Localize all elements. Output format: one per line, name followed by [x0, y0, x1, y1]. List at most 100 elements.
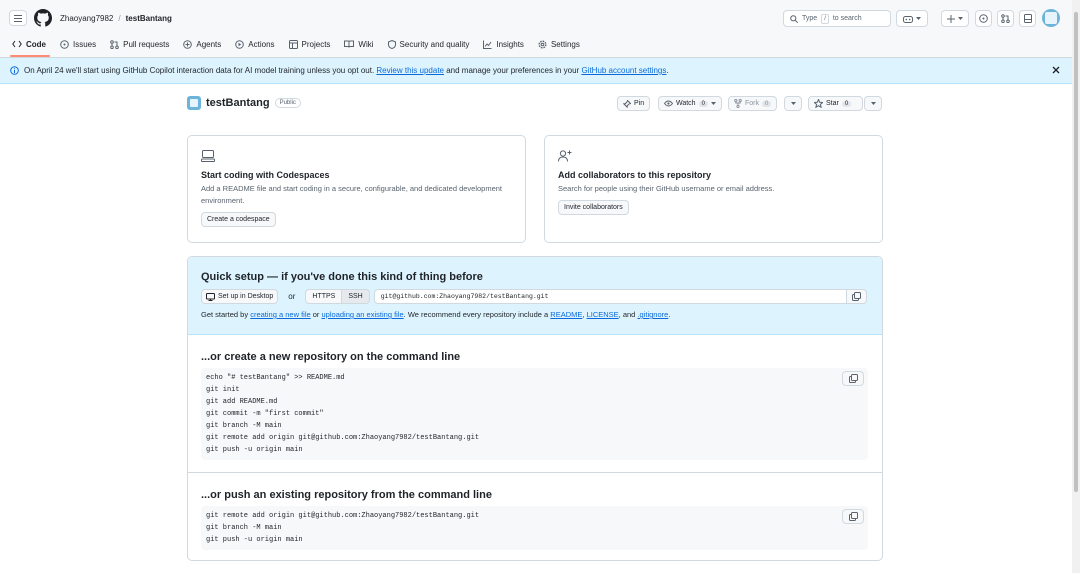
tab-agents[interactable]: Agents — [183, 37, 229, 51]
codespaces-description: Add a README file and start coding in a … — [201, 184, 503, 205]
pin-label: Pin — [634, 100, 645, 107]
codespaces-icon — [201, 150, 215, 162]
plus-icon — [947, 14, 955, 23]
issue-circle-icon — [979, 14, 988, 23]
fork-icon — [734, 99, 742, 108]
breadcrumb-owner[interactable]: Zhaoyang7982 — [60, 14, 113, 23]
copilot-icon — [903, 15, 913, 23]
table-icon — [288, 39, 298, 49]
star-list-dropdown-button[interactable] — [864, 96, 882, 111]
info-icon — [10, 66, 19, 75]
push-repo-title: ...or push an existing repository from t… — [201, 489, 492, 501]
watch-label: Watch — [676, 100, 696, 107]
play-icon — [235, 39, 245, 49]
account-settings-link[interactable]: GitHub account settings — [581, 66, 666, 75]
quick-setup-help: Get started by creating a new file or up… — [201, 310, 869, 319]
copy-icon — [848, 374, 858, 383]
search-icon — [790, 14, 798, 23]
search-placeholder-prefix: Type — [802, 15, 818, 22]
license-link[interactable]: LICENSE — [587, 310, 619, 319]
create-new-button[interactable] — [941, 10, 969, 27]
pin-button[interactable]: Pin — [617, 96, 651, 111]
setup-desktop-button[interactable]: Set up in Desktop — [201, 289, 279, 304]
invite-collaborators-button[interactable]: Invite collaborators — [558, 200, 629, 215]
visibility-badge: Public — [274, 98, 301, 108]
inbox-button[interactable] — [1019, 10, 1036, 27]
fork-count: 0 — [762, 100, 772, 107]
collaborators-card: Add collaborators to this repository Sea… — [544, 135, 883, 243]
quick-setup-title: Quick setup — if you've done this kind o… — [201, 271, 483, 283]
new-repo-title: ...or create a new repository on the com… — [201, 351, 461, 363]
avatar[interactable] — [1042, 9, 1060, 27]
tab-issues[interactable]: Issues — [60, 37, 104, 51]
close-icon — [1052, 66, 1060, 74]
repo-name[interactable]: testBantang — [206, 97, 270, 109]
tab-wiki[interactable]: Wiki — [344, 37, 381, 51]
tab-code[interactable]: Code — [12, 37, 54, 51]
copy-push-commands-button[interactable] — [842, 509, 864, 524]
search-shortcut-key: / — [821, 13, 829, 24]
tab-label: Agents — [196, 39, 222, 49]
dismiss-banner-button[interactable] — [1052, 66, 1060, 74]
chevron-down-icon — [958, 17, 963, 20]
gitignore-link[interactable]: .gitignore — [637, 310, 668, 319]
star-button[interactable]: Star 0 — [808, 96, 863, 111]
tab-pull-requests[interactable]: Pull requests — [110, 37, 177, 51]
create-codespace-button[interactable]: Create a codespace — [201, 212, 276, 227]
copy-icon — [851, 292, 861, 301]
copy-icon — [848, 512, 858, 521]
copy-new-repo-commands-button[interactable] — [842, 371, 864, 386]
code-line: git remote add origin git@github.com:Zha… — [206, 434, 480, 442]
repo-avatar-icon — [187, 96, 201, 110]
search-input[interactable]: Type / to search — [783, 10, 891, 27]
upload-file-link[interactable]: uploading an existing file — [322, 310, 404, 319]
eye-icon — [664, 100, 673, 107]
tab-label: Issues — [73, 39, 97, 49]
setup-desktop-label: Set up in Desktop — [218, 293, 274, 300]
tab-projects[interactable]: Projects — [288, 37, 339, 51]
code-icon — [12, 40, 22, 48]
review-update-link[interactable]: Review this update — [376, 66, 444, 75]
tab-insights[interactable]: Insights — [483, 37, 532, 51]
menu-button[interactable] — [9, 10, 27, 26]
book-icon — [344, 40, 355, 48]
tab-label: Security and quality — [399, 39, 470, 49]
ssh-tab[interactable]: SSH — [342, 289, 370, 304]
create-new-file-link[interactable]: creating a new file — [250, 310, 310, 319]
watch-button[interactable]: Watch 0 — [658, 96, 722, 111]
tab-actions[interactable]: Actions — [235, 37, 282, 51]
github-logo-icon[interactable] — [34, 9, 52, 27]
search-placeholder-suffix: to search — [832, 15, 862, 22]
breadcrumb-repo[interactable]: testBantang — [126, 14, 172, 23]
tab-label: Pull requests — [123, 39, 170, 49]
copy-url-button[interactable] — [846, 289, 867, 304]
page-scrollbar[interactable] — [1072, 0, 1080, 573]
or-text: or — [288, 292, 296, 301]
code-line: git branch -M main — [206, 524, 282, 532]
tab-settings[interactable]: Settings — [538, 37, 588, 51]
banner-text: and manage your preferences in your — [446, 66, 580, 75]
clone-url-field[interactable]: git@github.com:Zhaoyang7982/testBantang.… — [373, 289, 847, 304]
scrollbar-thumb[interactable] — [1074, 12, 1078, 492]
inbox-icon — [1023, 14, 1032, 23]
pull-requests-button[interactable] — [997, 10, 1014, 27]
gear-icon — [538, 40, 547, 48]
https-tab[interactable]: HTTPS — [305, 289, 343, 304]
issues-button[interactable] — [975, 10, 992, 27]
fork-button[interactable]: Fork 0 — [728, 96, 778, 111]
readme-link[interactable]: README — [550, 310, 582, 319]
active-tab-indicator — [10, 55, 50, 57]
banner-text: . — [666, 66, 669, 75]
star-icon — [814, 99, 823, 108]
help-text: Get started by — [201, 310, 249, 319]
code-line: git branch -M main — [206, 422, 282, 430]
tab-label: Code — [26, 39, 46, 49]
pull-request-icon — [1001, 14, 1010, 23]
collaborators-description: Search for people using their GitHub use… — [558, 184, 775, 193]
codespaces-title: Start coding with Codespaces — [201, 170, 330, 180]
chevron-down-icon — [916, 17, 921, 20]
tab-security[interactable]: Security and quality — [387, 37, 478, 51]
fork-dropdown-button[interactable] — [784, 96, 802, 111]
copilot-button[interactable] — [896, 10, 928, 27]
help-text: , and — [618, 310, 636, 319]
